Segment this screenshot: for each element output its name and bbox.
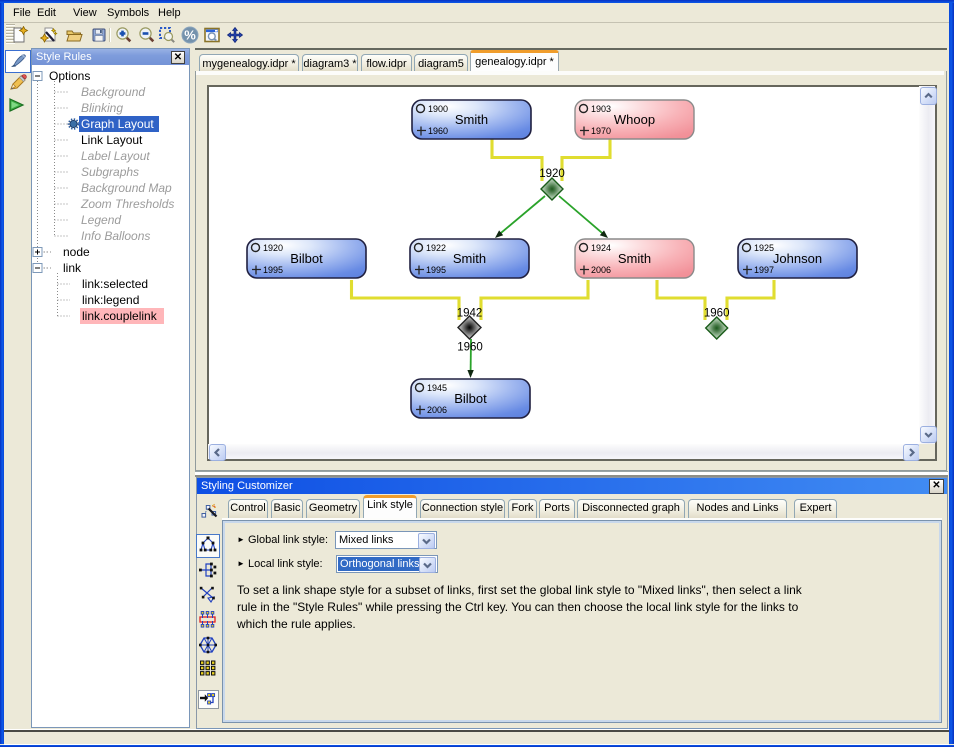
svg-text:1970: 1970 [591,126,611,136]
svg-text:Smith: Smith [618,251,651,266]
svg-text:1995: 1995 [426,265,446,275]
svg-text:1920: 1920 [539,168,565,180]
svg-text:Bilbot: Bilbot [290,251,323,266]
svg-text:1924: 1924 [591,243,611,253]
svg-text:1995: 1995 [263,265,283,275]
svg-text:Smith: Smith [453,251,486,266]
svg-text:1922: 1922 [426,243,446,253]
svg-text:1903: 1903 [591,104,611,114]
svg-text:1900: 1900 [428,104,448,114]
svg-text:1997: 1997 [754,265,774,275]
svg-text:1960: 1960 [428,126,448,136]
svg-text:1960: 1960 [704,308,730,320]
svg-text:Smith: Smith [455,112,488,127]
svg-text:2006: 2006 [591,265,611,275]
svg-text:%: % [184,28,196,43]
svg-text:Johnson: Johnson [773,251,822,266]
svg-text:1920: 1920 [263,243,283,253]
svg-text:Whoop: Whoop [614,112,655,127]
svg-text:1945: 1945 [427,383,447,393]
svg-text:1942: 1942 [457,308,483,320]
svg-text:Bilbot: Bilbot [454,391,487,406]
svg-text:1925: 1925 [754,243,774,253]
svg-text:2006: 2006 [427,405,447,415]
svg-text:1960: 1960 [457,342,483,354]
